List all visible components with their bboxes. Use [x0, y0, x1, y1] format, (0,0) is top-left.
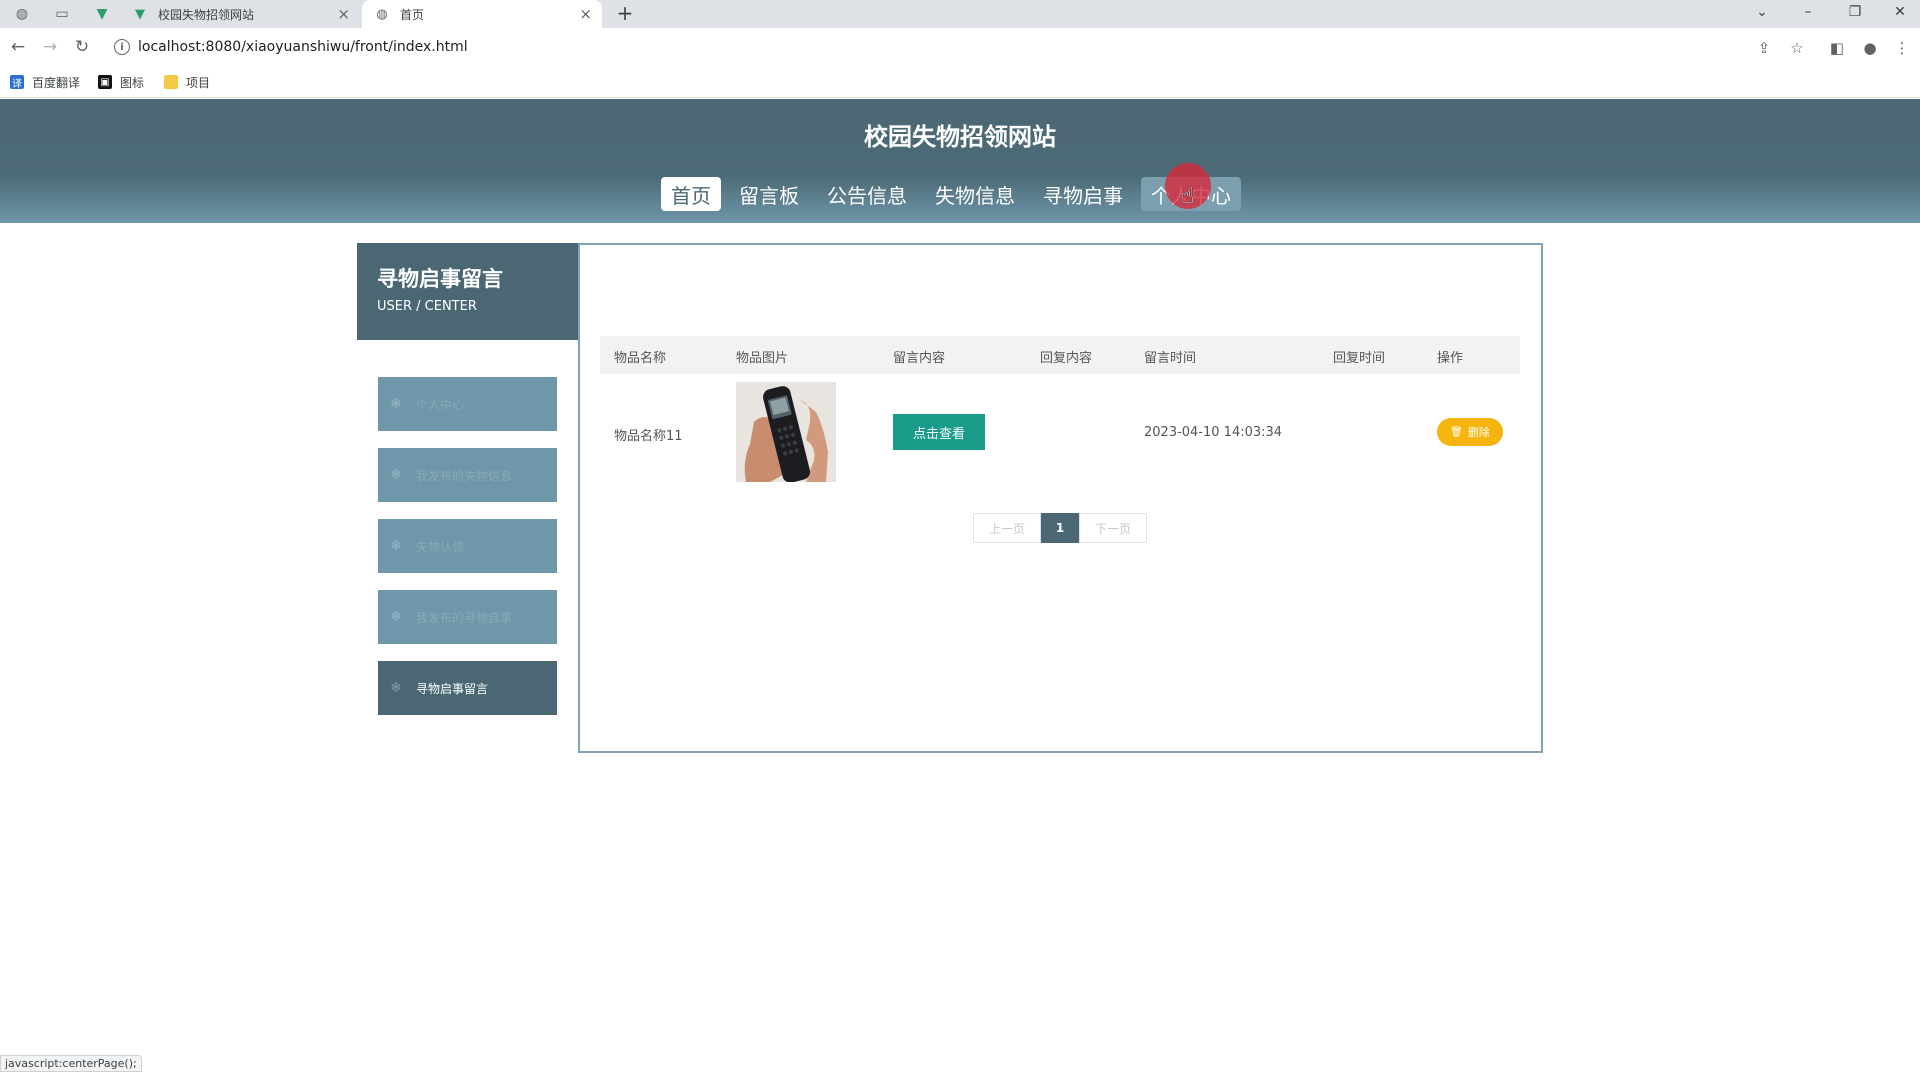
column-header: 留言内容 — [893, 351, 946, 366]
column-header: 回复内容 — [1040, 351, 1093, 366]
browser-toolbar: ← → ↻ i localhost:8080/xiaoyuanshiwu/fro… — [0, 28, 1920, 66]
close-window-icon[interactable]: ✕ — [1890, 2, 1910, 22]
sidebar-item-label: 我发布的失物信息 — [416, 468, 513, 483]
vue-icon: ▼ — [135, 6, 145, 22]
bookmark-label: 百度翻译 — [32, 75, 81, 90]
bookmark-project[interactable]: 项目 — [164, 74, 210, 90]
site-header: 校园失物招领网站 首页 留言板 公告信息 失物信息 寻物启事 个人中心 — [0, 99, 1920, 223]
delete-label: 删除 — [1467, 426, 1490, 439]
nav-lost-items[interactable]: 失物信息 — [925, 177, 1025, 211]
more-menu-icon[interactable]: ⋮ — [1892, 38, 1912, 58]
browser-tabbar: ◍ ▭ ▼ ▼ 校园失物招领网站 × ◍ 首页 × + ⌄ – ❐ ✕ — [0, 0, 1920, 28]
nav-home[interactable]: 首页 — [661, 177, 721, 211]
url-text[interactable]: localhost:8080/xiaoyuanshiwu/front/index… — [138, 39, 468, 55]
nav-notices[interactable]: 公告信息 — [817, 177, 917, 211]
table-header: 物品名称 物品图片 留言内容 回复内容 留言时间 回复时间 操作 — [600, 336, 1520, 374]
share-icon[interactable]: ⇪ — [1754, 38, 1774, 58]
restore-icon[interactable]: ❐ — [1845, 2, 1865, 22]
site-title: 校园失物招领网站 — [864, 123, 1056, 151]
sidebar-item-my-lost-items[interactable]: ❄ 我发布的失物信息 — [378, 448, 557, 502]
sidebar-item-my-seeking-notices[interactable]: ❄ 我发布的寻物启事 — [378, 590, 557, 644]
sidebar-item-label: 失物认领 — [416, 539, 465, 554]
content-panel: 物品名称 物品图片 留言内容 回复内容 留言时间 回复时间 操作 物品名称11 — [578, 243, 1543, 753]
vue-icon[interactable]: ▼ — [92, 4, 112, 24]
back-icon[interactable]: ← — [8, 37, 28, 57]
tab-search-icon[interactable]: ⌄ — [1752, 2, 1772, 22]
bookmark-icons[interactable]: ▣ 图标 — [98, 74, 144, 90]
image-icon: ▣ — [98, 75, 112, 89]
minimize-icon[interactable]: – — [1798, 2, 1818, 22]
snowflake-icon: ❄ — [390, 680, 402, 696]
folder-icon — [164, 75, 178, 89]
view-content-button[interactable]: 点击查看 — [893, 414, 985, 450]
column-header: 操作 — [1437, 351, 1464, 366]
prev-page-button[interactable]: 上一页 — [973, 513, 1041, 543]
tab-title: 校园失物招领网站 — [158, 7, 255, 22]
column-header: 物品名称 — [614, 351, 667, 366]
close-icon[interactable]: × — [579, 5, 592, 23]
new-tab-button[interactable]: + — [614, 1, 636, 25]
bookmark-baidu-translate[interactable]: 译 百度翻译 — [10, 74, 80, 90]
column-header: 物品图片 — [736, 351, 789, 366]
globe-icon: ◍ — [376, 6, 388, 22]
snowflake-icon: ❄ — [390, 467, 402, 483]
close-icon[interactable]: × — [337, 5, 350, 23]
sidebar-header: 寻物启事留言 USER / CENTER — [357, 243, 578, 340]
reload-icon[interactable]: ↻ — [72, 37, 92, 57]
blank-tab-icon[interactable]: ▭ — [52, 4, 72, 24]
translate-icon: 译 — [10, 75, 24, 90]
item-name: 物品名称11 — [614, 429, 683, 444]
page-number-button[interactable]: 1 — [1041, 513, 1079, 543]
delete-button[interactable]: 🗑 删除 — [1437, 418, 1503, 446]
site-info-icon[interactable]: i — [114, 39, 130, 55]
sidebar-item-personal-center[interactable]: ❄ 个人中心 — [378, 377, 557, 431]
phone-photo-icon — [736, 382, 836, 482]
tab-campus-lost-found[interactable]: ▼ 校园失物招领网站 × — [120, 0, 360, 28]
side-panel-icon[interactable]: ◧ — [1827, 38, 1847, 58]
sidebar-subtitle: USER / CENTER — [377, 299, 477, 314]
snowflake-icon: ❄ — [390, 396, 402, 412]
tab-title: 首页 — [400, 7, 425, 22]
profile-icon[interactable]: ● — [1860, 38, 1880, 58]
bookmark-star-icon[interactable]: ☆ — [1787, 38, 1807, 58]
item-image[interactable] — [736, 382, 836, 482]
pagination: 上一页 1 下一页 — [973, 513, 1147, 543]
bookmarks-bar: 译 百度翻译 ▣ 图标 项目 — [0, 66, 1920, 98]
sidebar-item-label: 寻物启事留言 — [416, 681, 489, 696]
main-nav: 首页 留言板 公告信息 失物信息 寻物启事 个人中心 — [661, 177, 1249, 211]
sidebar-item-seeking-messages[interactable]: ❄ 寻物启事留言 — [378, 661, 557, 715]
forward-icon[interactable]: → — [40, 37, 60, 57]
trash-icon: 🗑 — [1450, 426, 1463, 438]
sidebar-item-label: 我发布的寻物启事 — [416, 610, 513, 625]
sidebar-item-label: 个人中心 — [416, 397, 465, 412]
nav-seeking-notices[interactable]: 寻物启事 — [1033, 177, 1133, 211]
next-page-button[interactable]: 下一页 — [1079, 513, 1147, 543]
message-time: 2023-04-10 14:03:34 — [1144, 425, 1283, 440]
nav-message-board[interactable]: 留言板 — [729, 177, 809, 211]
snowflake-icon: ❄ — [390, 609, 402, 625]
bookmark-label: 项目 — [186, 75, 211, 90]
snowflake-icon: ❄ — [390, 538, 402, 554]
column-header: 留言时间 — [1144, 351, 1197, 366]
sidebar-item-claims[interactable]: ❄ 失物认领 — [378, 519, 557, 573]
sidebar-title: 寻物启事留言 — [377, 267, 503, 291]
column-header: 回复时间 — [1333, 351, 1386, 366]
address-bar[interactable]: i localhost:8080/xiaoyuanshiwu/front/ind… — [108, 32, 1788, 62]
tab-home[interactable]: ◍ 首页 × — [362, 0, 602, 28]
hand-cursor-icon: ☝ — [1181, 184, 1195, 209]
globe-icon[interactable]: ◍ — [12, 4, 32, 24]
status-bar: javascript:centerPage(); — [0, 1055, 142, 1072]
bookmark-label: 图标 — [120, 75, 145, 90]
